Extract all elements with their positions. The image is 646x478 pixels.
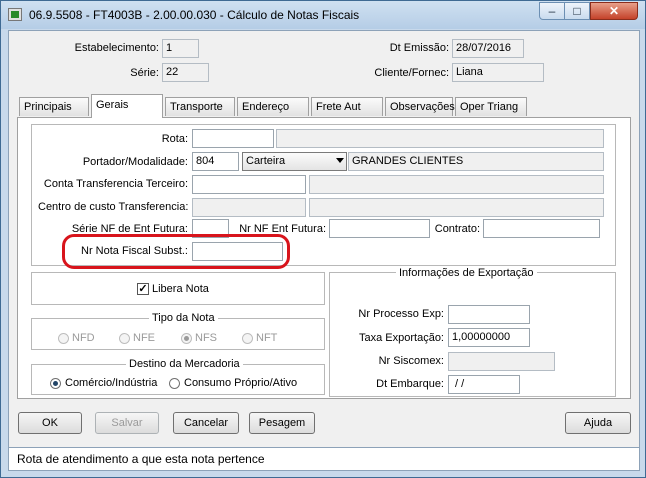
- dt-emissao-field[interactable]: 28/07/2016: [452, 39, 524, 58]
- dt-embarque-label: Dt Embarque:: [376, 378, 444, 390]
- serie-label: Série:: [130, 67, 159, 79]
- contrato-input[interactable]: [483, 219, 600, 238]
- portador-input[interactable]: 804: [192, 152, 239, 171]
- taxa-exportacao-label: Taxa Exportação:: [359, 332, 444, 344]
- tipo-nft-label: NFT: [256, 332, 278, 344]
- portador-label: Portador/Modalidade:: [82, 156, 188, 168]
- window-title: 06.9.5508 - FT4003B - 2.00.00.030 - Cálc…: [29, 8, 360, 22]
- ajuda-button[interactable]: Ajuda: [565, 412, 631, 434]
- tab-oper-triang[interactable]: Oper Triang: [455, 97, 527, 116]
- destino-comercio-radio[interactable]: [50, 378, 61, 389]
- rota-description: [276, 129, 604, 148]
- centro-custo-description: [309, 198, 604, 217]
- estabelecimento-label: Estabelecimento:: [74, 42, 159, 54]
- dt-embarque-input[interactable]: / /: [448, 375, 520, 394]
- salvar-button[interactable]: Salvar: [95, 412, 159, 434]
- highlight-annotation: [62, 234, 290, 269]
- destino-comercio-label: Comércio/Indústria: [65, 377, 158, 389]
- nr-processo-exp-label: Nr Processo Exp:: [358, 308, 444, 320]
- rota-input[interactable]: [192, 129, 274, 148]
- status-text: Rota de atendimento a que esta nota pert…: [17, 452, 265, 466]
- serie-field[interactable]: 22: [162, 63, 209, 82]
- tab-transporte[interactable]: Transporte: [165, 97, 235, 116]
- tab-principais[interactable]: Principais: [19, 97, 89, 116]
- app-icon: [8, 8, 22, 21]
- tab-panel-gerais: Rota: Portador/Modalidade: 804 Carteira …: [17, 117, 631, 399]
- cancelar-button[interactable]: Cancelar: [173, 412, 239, 434]
- dt-emissao-label: Dt Emissão:: [389, 42, 449, 54]
- rota-label: Rota:: [161, 133, 188, 145]
- close-button[interactable]: ✕: [590, 2, 638, 20]
- tab-endereco[interactable]: Endereço: [237, 97, 309, 116]
- portador-description: GRANDES CLIENTES: [348, 152, 604, 171]
- chevron-down-icon: [336, 158, 344, 163]
- nr-siscomex-label: Nr Siscomex:: [378, 355, 444, 367]
- tipo-nfe-label: NFE: [133, 332, 155, 344]
- nr-processo-exp-input[interactable]: [448, 305, 530, 324]
- contrato-label: Contrato:: [434, 223, 480, 235]
- destino-consumo-radio[interactable]: [169, 378, 180, 389]
- centro-custo-input[interactable]: [192, 198, 306, 217]
- conta-transferencia-label: Conta Transferencia Terceiro:: [43, 178, 188, 190]
- libera-nota-label: Libera Nota: [152, 283, 209, 295]
- taxa-exportacao-input[interactable]: 1,00000000: [448, 328, 530, 347]
- centro-custo-label: Centro de custo Transferencia:: [38, 201, 189, 213]
- modalidade-value: Carteira: [246, 155, 286, 167]
- conta-transferencia-input[interactable]: [192, 175, 306, 194]
- tipo-nfs-radio[interactable]: [181, 333, 192, 344]
- maximize-button[interactable]: □: [564, 2, 590, 20]
- tab-gerais[interactable]: Gerais: [91, 94, 163, 118]
- libera-nota-checkbox[interactable]: ✓: [137, 283, 149, 295]
- pesagem-button[interactable]: Pesagem: [249, 412, 315, 434]
- main-window: 06.9.5508 - FT4003B - 2.00.00.030 - Cálc…: [0, 0, 646, 478]
- tab-frete-aut[interactable]: Frete Aut: [311, 97, 383, 116]
- tab-observacoes[interactable]: Observações: [385, 97, 455, 116]
- tipo-nota-title: Tipo da Nota: [149, 312, 218, 324]
- tipo-nft-radio[interactable]: [242, 333, 253, 344]
- window-client-area: Estabelecimento: 1 Série: 22 Dt Emissão:…: [8, 30, 640, 471]
- tipo-nfe-radio[interactable]: [119, 333, 130, 344]
- exportacao-title: Informações de Exportação: [396, 267, 537, 279]
- estabelecimento-field[interactable]: 1: [162, 39, 199, 58]
- minimize-button[interactable]: –: [539, 2, 565, 20]
- status-bar: Rota de atendimento a que esta nota pert…: [8, 447, 640, 471]
- nr-nf-ent-futura-input[interactable]: [329, 219, 430, 238]
- tipo-nfd-radio[interactable]: [58, 333, 69, 344]
- modalidade-select[interactable]: Carteira: [242, 152, 347, 171]
- nr-siscomex-input[interactable]: [448, 352, 555, 371]
- title-bar[interactable]: 06.9.5508 - FT4003B - 2.00.00.030 - Cálc…: [1, 1, 645, 29]
- destino-title: Destino da Mercadoria: [126, 358, 243, 370]
- tipo-nfs-label: NFS: [195, 332, 217, 344]
- tipo-nfd-label: NFD: [72, 332, 95, 344]
- destino-consumo-label: Consumo Próprio/Ativo: [184, 377, 298, 389]
- cliente-fornec-label: Cliente/Fornec:: [374, 67, 449, 79]
- ok-button[interactable]: OK: [18, 412, 82, 434]
- conta-transferencia-description: [309, 175, 604, 194]
- cliente-fornec-field[interactable]: Liana: [452, 63, 544, 82]
